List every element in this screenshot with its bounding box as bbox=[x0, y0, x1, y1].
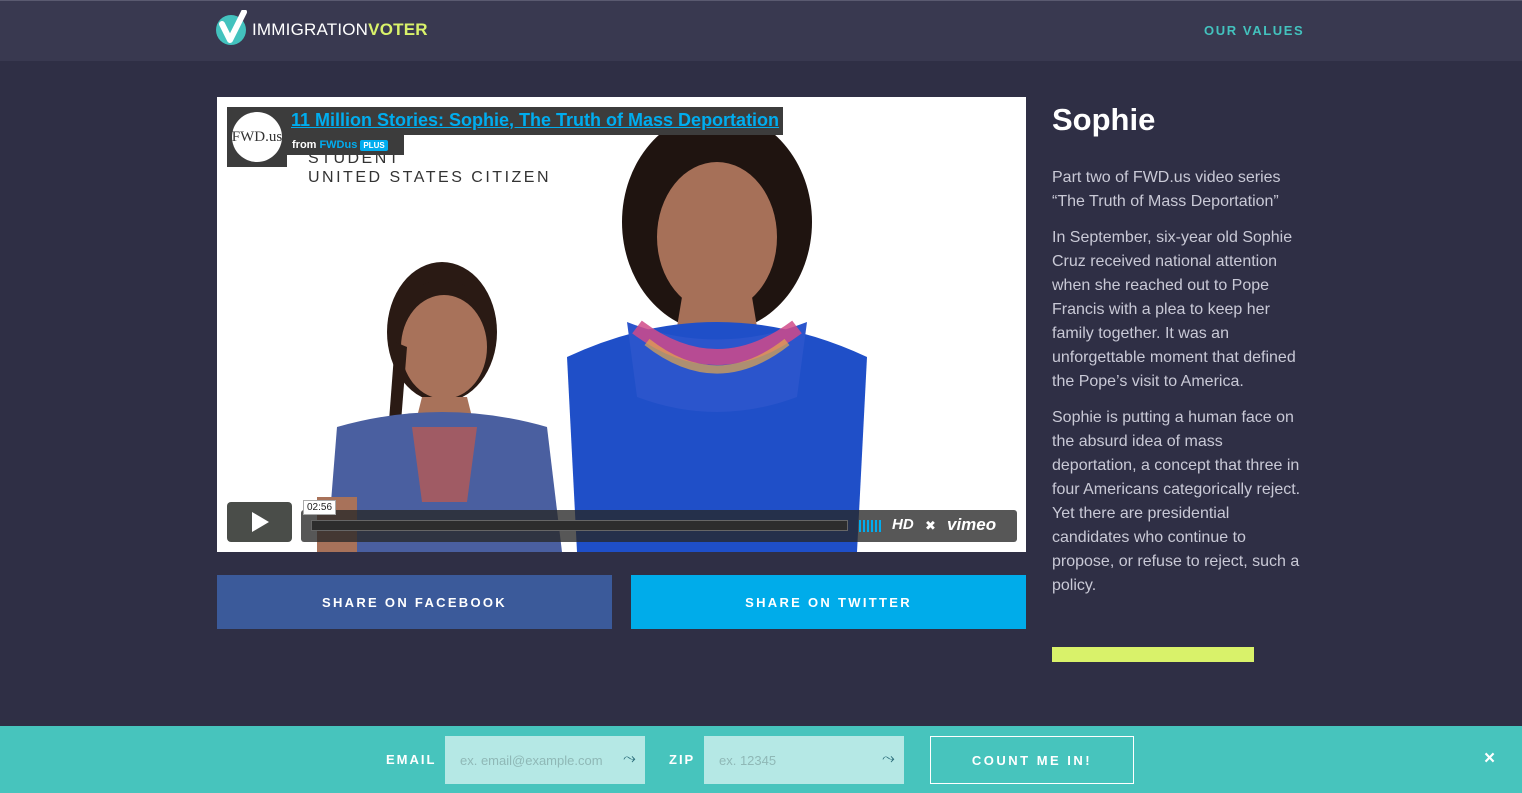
brand-name-light: IMMIGRATION bbox=[252, 20, 369, 39]
zip-status-icon: ⤳ bbox=[882, 750, 895, 767]
site-logo[interactable]: IMMIGRATIONVOTER bbox=[216, 10, 428, 47]
video-frame-woman bbox=[567, 127, 867, 552]
timecode: 02:56 bbox=[303, 500, 337, 515]
progress-bar[interactable] bbox=[311, 520, 848, 531]
video-controls: HD ✖ vimeo 02:56 bbox=[227, 500, 1017, 542]
story-description: Part two of FWD.us video series “The Tru… bbox=[1052, 166, 1307, 610]
channel-badge[interactable]: FWD.us bbox=[227, 107, 287, 167]
nav-our-values[interactable]: OUR VALUES bbox=[1204, 23, 1304, 38]
close-icon[interactable]: × bbox=[1484, 748, 1495, 770]
volume-icon[interactable] bbox=[859, 520, 881, 532]
count-me-in-button[interactable]: COUNT ME IN! bbox=[930, 736, 1134, 784]
video-title-overlay: FWD.us 11 Million Stories: Sophie, The T… bbox=[227, 107, 784, 167]
video-player[interactable]: SOPHIE STUDENT UNITED STATES CITIZEN FWD… bbox=[217, 97, 1026, 552]
email-label: EMAIL bbox=[386, 752, 437, 767]
brand-name: IMMIGRATIONVOTER bbox=[252, 20, 428, 40]
play-icon bbox=[251, 512, 269, 532]
byline-from: from bbox=[292, 139, 317, 151]
vimeo-logo-link[interactable]: vimeo bbox=[947, 515, 996, 535]
share-twitter-button[interactable]: SHARE ON TWITTER bbox=[631, 575, 1026, 629]
signup-bar: EMAIL ⤳ ZIP ⤳ COUNT ME IN! × bbox=[0, 726, 1522, 793]
share-facebook-button[interactable]: SHARE ON FACEBOOK bbox=[217, 575, 612, 629]
video-title-link[interactable]: 11 Million Stories: Sophie, The Truth of… bbox=[287, 107, 784, 135]
plus-badge: PLUS bbox=[360, 139, 388, 151]
hd-toggle[interactable]: HD bbox=[892, 516, 914, 533]
zip-label: ZIP bbox=[669, 752, 696, 767]
logo-check-icon bbox=[216, 10, 247, 45]
story-paragraph-3: Sophie is putting a human face on the ab… bbox=[1052, 409, 1301, 594]
accent-divider bbox=[1052, 647, 1254, 662]
caption-line-2: UNITED STATES CITIZEN bbox=[308, 169, 552, 186]
video-byline: from FWDus PLUS bbox=[287, 135, 404, 155]
channel-logo: FWD.us bbox=[232, 112, 282, 162]
email-status-icon: ⤳ bbox=[623, 750, 636, 767]
fullscreen-icon[interactable]: ✖ bbox=[925, 518, 936, 534]
zip-input[interactable] bbox=[704, 736, 904, 784]
story-paragraph-2: In September, six-year old Sophie Cruz r… bbox=[1052, 229, 1296, 390]
byline-author-link[interactable]: FWDus bbox=[319, 139, 357, 151]
site-header: IMMIGRATIONVOTER OUR VALUES bbox=[0, 1, 1522, 61]
play-button[interactable] bbox=[227, 502, 292, 542]
brand-name-bold: VOTER bbox=[368, 20, 428, 39]
control-bar: HD ✖ vimeo bbox=[301, 510, 1017, 542]
story-paragraph-1: Part two of FWD.us video series “The Tru… bbox=[1052, 169, 1281, 210]
email-input[interactable] bbox=[445, 736, 645, 784]
story-title: Sophie bbox=[1052, 102, 1156, 137]
